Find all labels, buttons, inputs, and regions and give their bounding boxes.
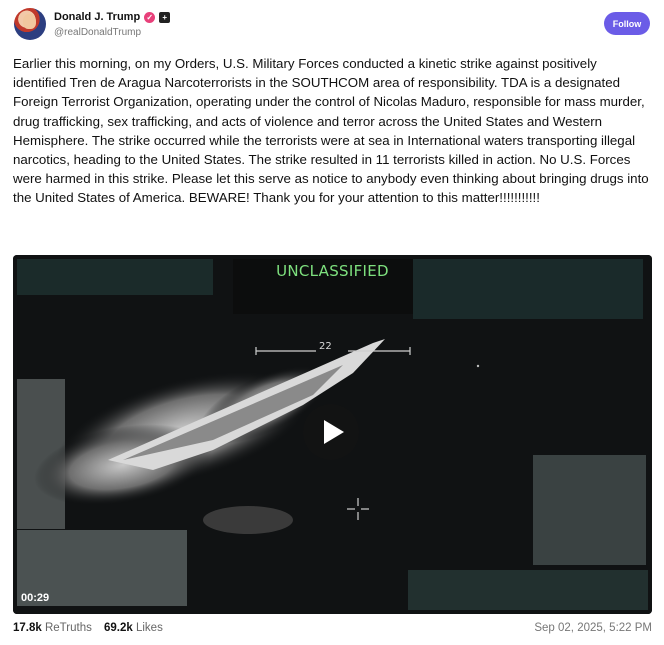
retruths-label: ReTruths bbox=[44, 622, 92, 634]
post-text: Earlier this morning, on my Orders, U.S.… bbox=[13, 56, 649, 206]
post-timestamp[interactable]: Sep 02, 2025, 5:22 PM bbox=[534, 622, 652, 634]
video-player[interactable]: UNCLASSIFIED 22 00:29 bbox=[13, 255, 652, 614]
post-footer: 17.8k ReTruths 69.2k Likes Sep 02, 2025,… bbox=[13, 622, 652, 638]
video-duration: 00:29 bbox=[21, 592, 50, 604]
author-name-row: Donald J. Trump ✓ + bbox=[54, 11, 171, 23]
likes-count: 69.2k bbox=[104, 622, 133, 634]
post-header: Donald J. Trump ✓ + @realDonaldTrump Fol… bbox=[14, 8, 650, 44]
likes-stat[interactable]: 69.2k Likes bbox=[104, 622, 163, 634]
classification-label: UNCLASSIFIED bbox=[276, 262, 389, 280]
author-handle[interactable]: @realDonaldTrump bbox=[54, 27, 141, 38]
follow-button[interactable]: Follow bbox=[604, 12, 650, 35]
retruths-stat[interactable]: 17.8k ReTruths bbox=[13, 622, 92, 634]
truth-social-icon: + bbox=[159, 11, 171, 23]
likes-label: Likes bbox=[135, 622, 163, 634]
author-display-name[interactable]: Donald J. Trump bbox=[54, 11, 140, 23]
play-icon[interactable] bbox=[303, 404, 359, 460]
avatar[interactable] bbox=[14, 8, 46, 40]
retruths-count: 17.8k bbox=[13, 622, 42, 634]
verified-badge-icon: ✓ bbox=[144, 11, 156, 23]
heading-readout: 22 bbox=[319, 341, 332, 352]
